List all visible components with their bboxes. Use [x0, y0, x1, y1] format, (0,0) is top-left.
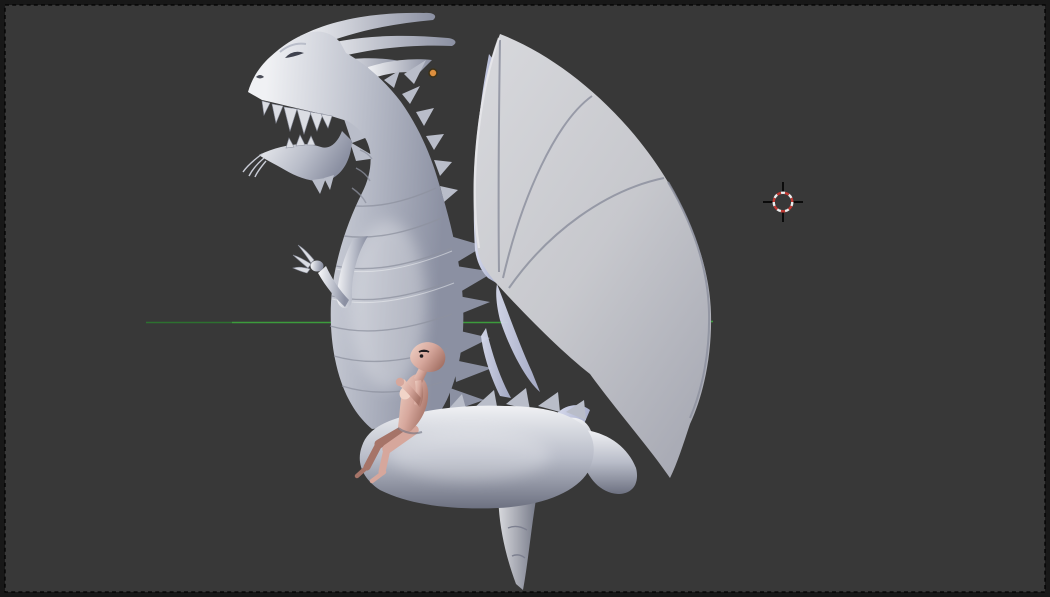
human-fist[interactable] — [395, 377, 405, 387]
hand[interactable] — [310, 260, 324, 272]
calf[interactable] — [378, 445, 391, 476]
tail-sheen — [390, 429, 550, 481]
human-eyebrow — [418, 349, 430, 353]
viewport[interactable] — [0, 0, 1050, 597]
viewport-canvas[interactable] — [0, 0, 1050, 597]
human-eye — [419, 354, 424, 358]
object-origin-dot — [428, 68, 438, 78]
